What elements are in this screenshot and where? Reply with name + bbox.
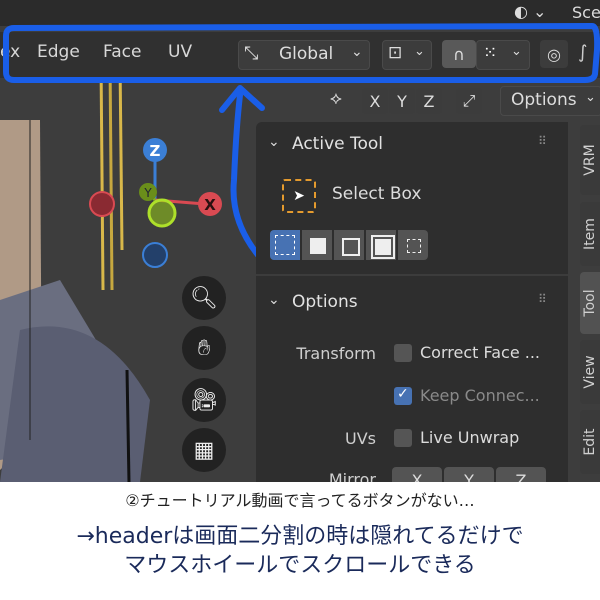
- select-extend-icon[interactable]: [302, 230, 332, 260]
- sidebar-panel: ⌄ Active Tool ⠿ ➤ Select Box ⌄ Options ⠿…: [256, 122, 568, 482]
- tab-item[interactable]: Item: [580, 202, 600, 266]
- blender-screenshot: ◐ ⌄ Sce ex Edge Face UV ⤡ Global ⌄ ⊡ ⌄ ∩…: [0, 0, 600, 482]
- keep-connected-checkbox[interactable]: ✓: [394, 386, 412, 405]
- live-unwrap-checkbox[interactable]: [394, 429, 412, 447]
- mirror-label: Mirror: [328, 470, 376, 482]
- tab-vrm[interactable]: VRM: [580, 125, 600, 195]
- options-dropdown[interactable]: Options ⌄: [500, 86, 600, 116]
- select-mode-buttons: [270, 230, 430, 260]
- axis-y-button[interactable]: Y: [389, 88, 415, 114]
- caption-note: ②チュートリアル動画で言ってるボタンがない…: [125, 491, 475, 510]
- options-label: Options: [511, 90, 577, 110]
- axis-x-button[interactable]: X: [362, 88, 388, 114]
- tab-tool[interactable]: Tool: [580, 272, 600, 334]
- mirror-x-button[interactable]: X: [392, 467, 442, 482]
- transform-label: Transform: [296, 344, 376, 363]
- mirror-y-button[interactable]: Y: [444, 467, 494, 482]
- divider: [256, 274, 568, 276]
- chevron-down-icon[interactable]: ⌄: [268, 134, 280, 150]
- live-unwrap-label[interactable]: Live Unwrap: [420, 428, 519, 447]
- correct-face-label[interactable]: Correct Face ...: [420, 343, 540, 362]
- caption-line-2: マウスホイールでスクロールできる: [124, 553, 476, 578]
- drag-handle-icon[interactable]: ⠿: [538, 292, 547, 306]
- select-intersect-icon[interactable]: [398, 230, 428, 260]
- uvs-label: UVs: [345, 429, 376, 448]
- caption-explanation: →headerは画面二分割の時は隠れてるだけで マウスホイールでスクロールできる: [0, 522, 600, 580]
- drag-handle-icon[interactable]: ⠿: [538, 134, 547, 148]
- caption-line-1: →headerは画面二分割の時は隠れてるだけで: [76, 524, 524, 549]
- chevron-down-icon: ⌄: [585, 90, 596, 105]
- options-title[interactable]: Options: [292, 292, 358, 312]
- keep-connected-label[interactable]: Keep Connec...: [420, 386, 540, 405]
- xray-icon[interactable]: ⟡: [330, 88, 342, 109]
- gizmo-z-label: Z: [150, 142, 161, 160]
- chevron-down-icon[interactable]: ⌄: [268, 292, 280, 308]
- select-new-icon[interactable]: [270, 230, 300, 260]
- select-box-icon: ➤: [282, 179, 316, 213]
- select-subtract-icon[interactable]: [334, 230, 364, 260]
- pan-hand-icon[interactable]: ✋︎: [182, 326, 226, 370]
- mirror-z-button[interactable]: Z: [496, 467, 546, 482]
- tool-name: Select Box: [332, 184, 422, 204]
- navigation-gizmo[interactable]: Z X Y: [80, 130, 240, 290]
- select-invert-icon[interactable]: [366, 230, 396, 260]
- mirror-toggle-icon[interactable]: ⤢: [456, 88, 482, 114]
- tab-edit[interactable]: Edit: [580, 410, 600, 474]
- tab-view[interactable]: View: [580, 340, 600, 404]
- active-tool-title[interactable]: Active Tool: [292, 134, 383, 154]
- perspective-grid-icon[interactable]: ▦: [182, 428, 226, 472]
- gizmo-y-label: Y: [143, 186, 152, 200]
- zoom-icon[interactable]: 🔍︎: [182, 276, 226, 320]
- check-icon: ✓: [397, 386, 409, 402]
- axis-z-button[interactable]: Z: [416, 88, 442, 114]
- camera-icon[interactable]: 🎥︎: [182, 378, 226, 422]
- gizmo-x-label: X: [204, 196, 216, 214]
- correct-face-checkbox[interactable]: [394, 344, 412, 362]
